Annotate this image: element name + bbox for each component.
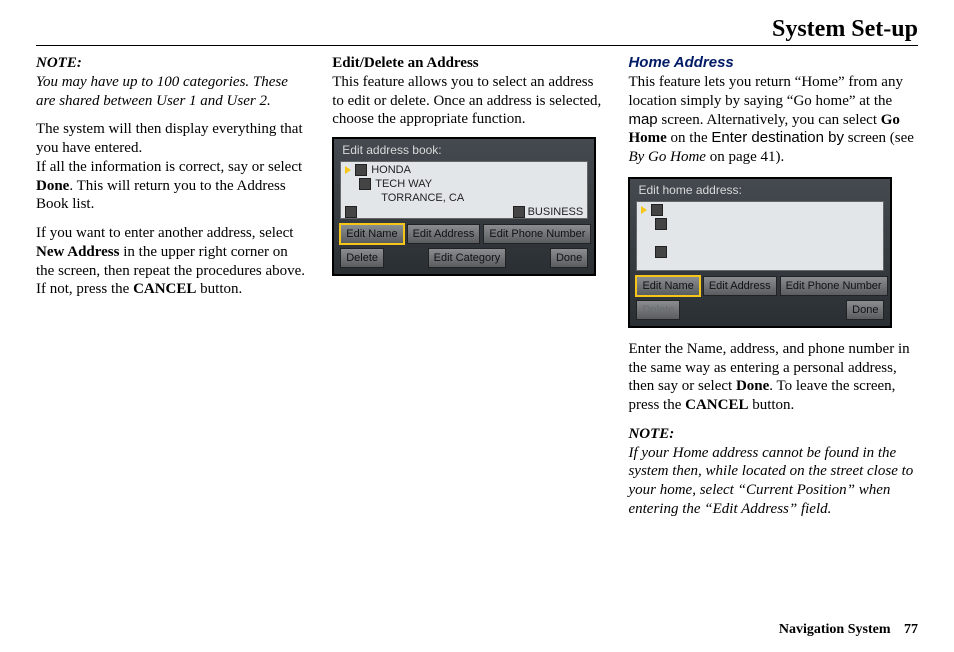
nav-panel: HONDA TECH WAY TORRANCE, CA BUSINESS <box>340 161 588 219</box>
done-button[interactable]: Done <box>846 300 884 320</box>
note-block-2: NOTE: If your Home address cannot be fou… <box>628 425 918 519</box>
note-block: NOTE: You may have up to 100 categories.… <box>36 54 306 110</box>
sect-head-home-address: Home Address <box>628 54 918 71</box>
row-addr <box>637 216 883 230</box>
col-1: NOTE: You may have up to 100 categories.… <box>36 54 306 529</box>
field-icon <box>655 246 667 258</box>
page-title: System Set-up <box>36 16 918 43</box>
nav-btn-row-1: Edit Name Edit Address Edit Phone Number <box>334 219 594 246</box>
cursor-icon <box>641 206 647 214</box>
row-name: HONDA <box>341 162 587 176</box>
nav-btn-row-1: Edit Name Edit Address Edit Phone Number <box>630 271 890 298</box>
delete-button[interactable]: Delete <box>340 248 384 268</box>
nav-panel <box>636 201 884 271</box>
page: System Set-up NOTE: You may have up to 1… <box>0 0 954 652</box>
note-label: NOTE: <box>36 55 82 71</box>
columns: NOTE: You may have up to 100 categories.… <box>36 54 918 529</box>
para-1: The system will then display everything … <box>36 120 306 214</box>
edit-category-button[interactable]: Edit Category <box>428 248 507 268</box>
note-body: If your Home address cannot be found in … <box>628 445 913 517</box>
rule <box>36 45 918 46</box>
field-icon <box>345 206 357 218</box>
field-icon <box>655 218 667 230</box>
col-2: Edit/Delete an Address This feature allo… <box>332 54 602 529</box>
page-number: 77 <box>904 622 918 637</box>
row-phone <box>637 244 883 258</box>
screenshot-edit-address-book: Edit address book: HONDA TECH WAY T <box>332 137 596 276</box>
category-icon <box>513 206 525 218</box>
para-home-1: This feature lets you return “Home” from… <box>628 73 918 167</box>
nav-btn-row-2: Delete Done <box>630 298 890 326</box>
para-home-2: Enter the Name, address, and phone numbe… <box>628 340 918 415</box>
screenshot-edit-home-address: Edit home address: <box>628 177 892 328</box>
cursor-icon <box>345 166 351 174</box>
row-category: BUSINESS <box>341 204 587 218</box>
edit-address-button[interactable]: Edit Address <box>407 224 481 244</box>
note-body: You may have up to 100 categories. These… <box>36 74 288 109</box>
footer-label: Navigation System <box>779 622 891 637</box>
row-street: TECH WAY <box>341 176 587 190</box>
para-2: If you want to enter another address, se… <box>36 224 306 299</box>
done-button[interactable]: Done <box>550 248 588 268</box>
footer: Navigation System 77 <box>779 622 918 638</box>
nav-btn-row-2: Delete Edit Category Done <box>334 246 594 274</box>
delete-button[interactable]: Delete <box>636 300 680 320</box>
edit-address-button[interactable]: Edit Address <box>703 276 777 296</box>
edit-phone-button[interactable]: Edit Phone Number <box>483 224 591 244</box>
field-icon <box>651 204 663 216</box>
row-name <box>637 202 883 216</box>
col-3: Home Address This feature lets you retur… <box>628 54 918 529</box>
sect-head-edit-delete: Edit/Delete an Address This feature allo… <box>332 54 602 129</box>
edit-phone-button[interactable]: Edit Phone Number <box>780 276 888 296</box>
field-icon <box>355 164 367 176</box>
note-label: NOTE: <box>628 426 674 442</box>
nav-title: Edit home address: <box>630 179 890 201</box>
field-icon <box>359 178 371 190</box>
edit-name-button[interactable]: Edit Name <box>636 276 699 296</box>
row-city: TORRANCE, CA <box>341 190 587 204</box>
edit-name-button[interactable]: Edit Name <box>340 224 403 244</box>
nav-title: Edit address book: <box>334 139 594 161</box>
